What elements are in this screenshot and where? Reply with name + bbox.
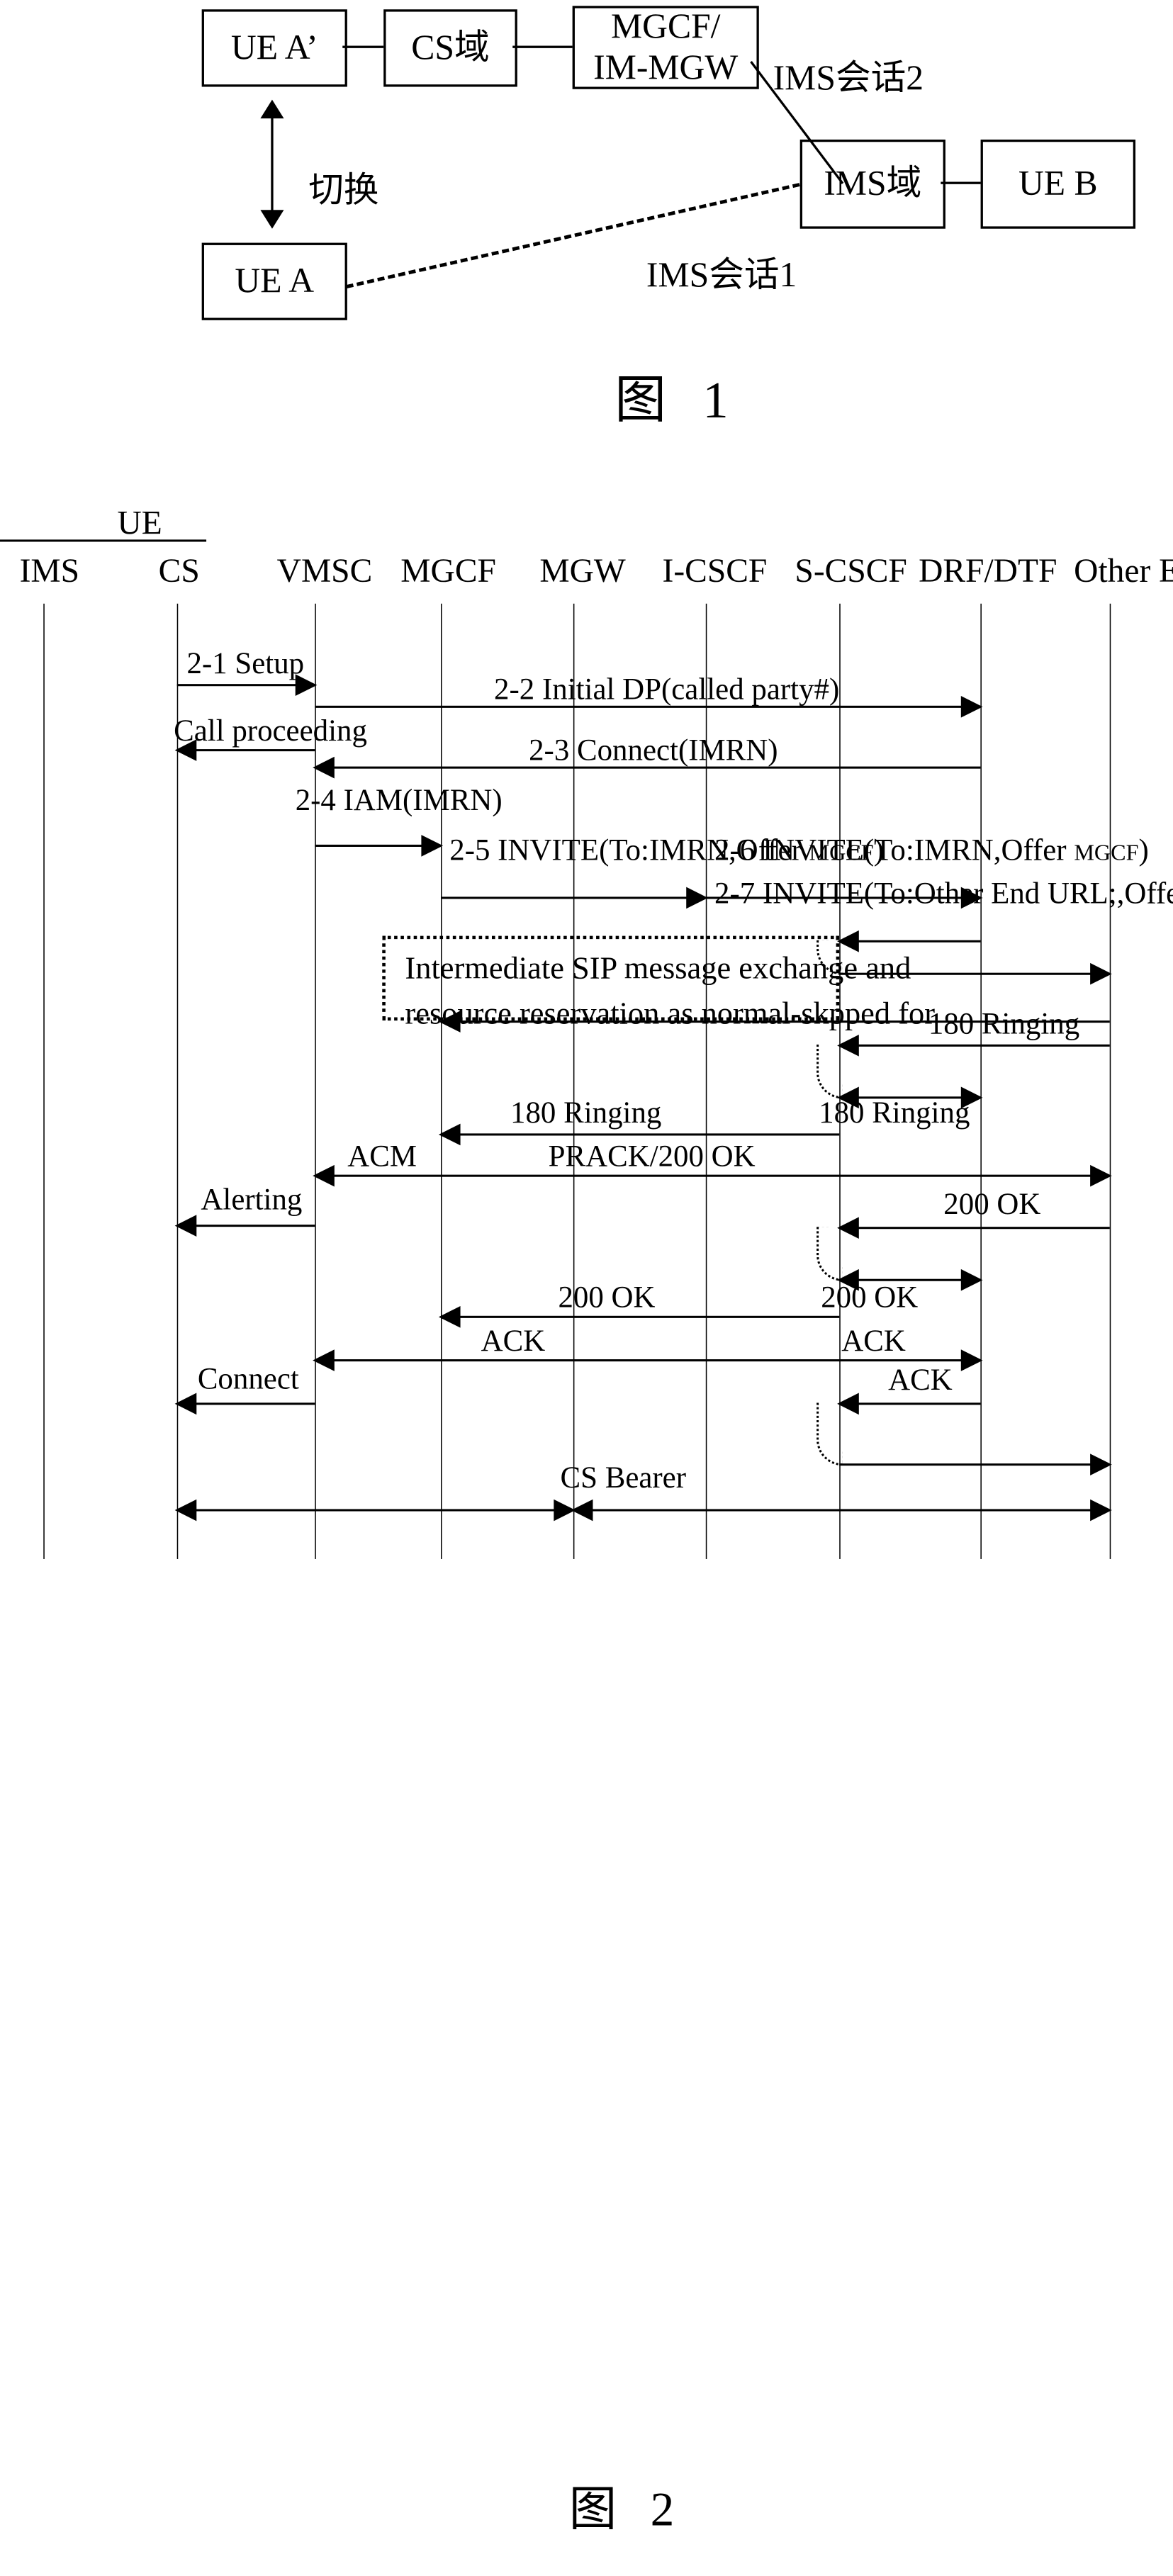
lifeline-drf-dtf: [980, 603, 982, 1559]
ue-group-bracket: [0, 539, 207, 542]
ue-group-label: UE: [117, 503, 162, 542]
message-label-setup: 2-1 Setup: [186, 647, 305, 681]
message-label-connect-imrn: 2-3 Connect(IMRN): [529, 733, 778, 768]
message-label-cs-bearer: CS Bearer: [560, 1461, 687, 1495]
message-label-invite-2-6: 2-6 INVITE(To:IMRN,Offer MGCF): [714, 834, 1149, 869]
arrow-head-right-icon: [1090, 1453, 1112, 1475]
arrow-head-left-icon: [174, 1393, 197, 1415]
arrow-head-left-icon: [438, 1305, 461, 1328]
figure-2: UE IMS CS VMSC MGCF MGW I-CSCF S-CSCF DR…: [0, 0, 1173, 2576]
arrow-head-right-icon: [1090, 1164, 1112, 1187]
message-label-alerting: Alerting: [201, 1183, 303, 1217]
message-label-invite-2-7-main: 2-7 INVITE(To:Other End URL;,Offer: [714, 877, 1173, 911]
arrow-head-right-icon: [1090, 962, 1112, 985]
lifeline-ims: [43, 603, 45, 1559]
message-label-invite-2-6-main: 2-6 INVITE(To:IMRN,Offer: [714, 833, 1074, 868]
message-label-invite-2-6-sub: MGCF: [1074, 839, 1139, 866]
message-label-initial-dp: 2-2 Initial DP(called party#): [494, 673, 840, 707]
figure-2-caption: 图 2: [568, 2482, 685, 2536]
self-loop-s-cscf-ack: [816, 1402, 843, 1466]
message-label-200-ok-1: 200 OK: [943, 1188, 1041, 1222]
arrow-head-left-icon: [438, 1123, 461, 1146]
arrow-head-left-icon: [438, 1011, 461, 1033]
arrow-head-right-icon: [1090, 1499, 1112, 1522]
note-line-2: resource reservation as normal-skpped fo…: [405, 996, 936, 1032]
arrow-head-right-icon: [686, 887, 708, 909]
patent-drawing-sheet: UE A’ CS域 MGCF/ IM-MGW IMS域 UE B UE A 切换…: [0, 0, 1173, 2536]
lane-header-other-end: Other End: [1074, 551, 1173, 590]
arrow-head-right-icon: [960, 1349, 983, 1371]
arrow-head-left-icon: [313, 1349, 335, 1371]
message-label-invite-2-7: 2-7 INVITE(To:Other End URL;,Offer MGCF): [714, 877, 1173, 912]
lane-header-i-cscf: I-CSCF: [662, 551, 768, 590]
lane-header-ims: IMS: [19, 551, 80, 590]
arrow-head-right-icon: [960, 696, 983, 718]
lane-header-drf-dtf: DRF/DTF: [919, 551, 1057, 590]
arrow-head-left-icon: [313, 756, 335, 779]
lane-header-cs: CS: [158, 551, 200, 590]
lifeline-other-end: [1109, 603, 1111, 1559]
arrow-head-left-icon: [174, 739, 197, 761]
note-intermediate-sip: Intermediate SIP message exchange and re…: [382, 935, 935, 1031]
message-label-180-ringing-2: 180 Ringing: [819, 1096, 970, 1130]
lane-header-s-cscf: S-CSCF: [795, 551, 907, 590]
arrow-head-right-icon: [295, 674, 318, 697]
message-label-200-ok-3: 200 OK: [558, 1281, 656, 1315]
arrow-head-left-icon: [174, 1215, 197, 1237]
message-label-connect: Connect: [197, 1362, 299, 1397]
message-label-200-ok-2: 200 OK: [821, 1281, 919, 1315]
arrow-head-right-icon: [421, 835, 444, 857]
message-label-ack-1: ACK: [481, 1324, 546, 1359]
lane-header-mgcf: MGCF: [400, 551, 496, 590]
arrow-head-right-icon: [960, 1269, 983, 1291]
message-label-prack-200-ok: PRACK/200 OK: [548, 1140, 756, 1174]
message-label-iam-imrn: 2-4 IAM(IMRN): [295, 784, 503, 818]
message-label-ack-3: ACK: [888, 1363, 953, 1397]
arrow-head-left-icon: [313, 1164, 335, 1187]
note-line-1: Intermediate SIP message exchange and: [405, 951, 911, 986]
lane-header-mgw: MGW: [539, 551, 626, 590]
message-label-call-proceeding: Call proceeding: [174, 714, 367, 748]
message-label-ack-2: ACK: [841, 1324, 906, 1359]
lane-header-vmsc: VMSC: [276, 551, 373, 590]
message-label-180-ringing-1: 180 Ringing: [928, 1007, 1080, 1042]
message-label-invite-2-6-tail: ): [1138, 833, 1149, 868]
arrow-head-left-icon: [174, 1499, 197, 1522]
message-label-acm: ACM: [347, 1140, 417, 1174]
lifeline-mgcf: [440, 603, 442, 1559]
message-label-180-ringing-3: 180 Ringing: [510, 1096, 662, 1130]
arrow-head-left-icon: [571, 1499, 593, 1522]
